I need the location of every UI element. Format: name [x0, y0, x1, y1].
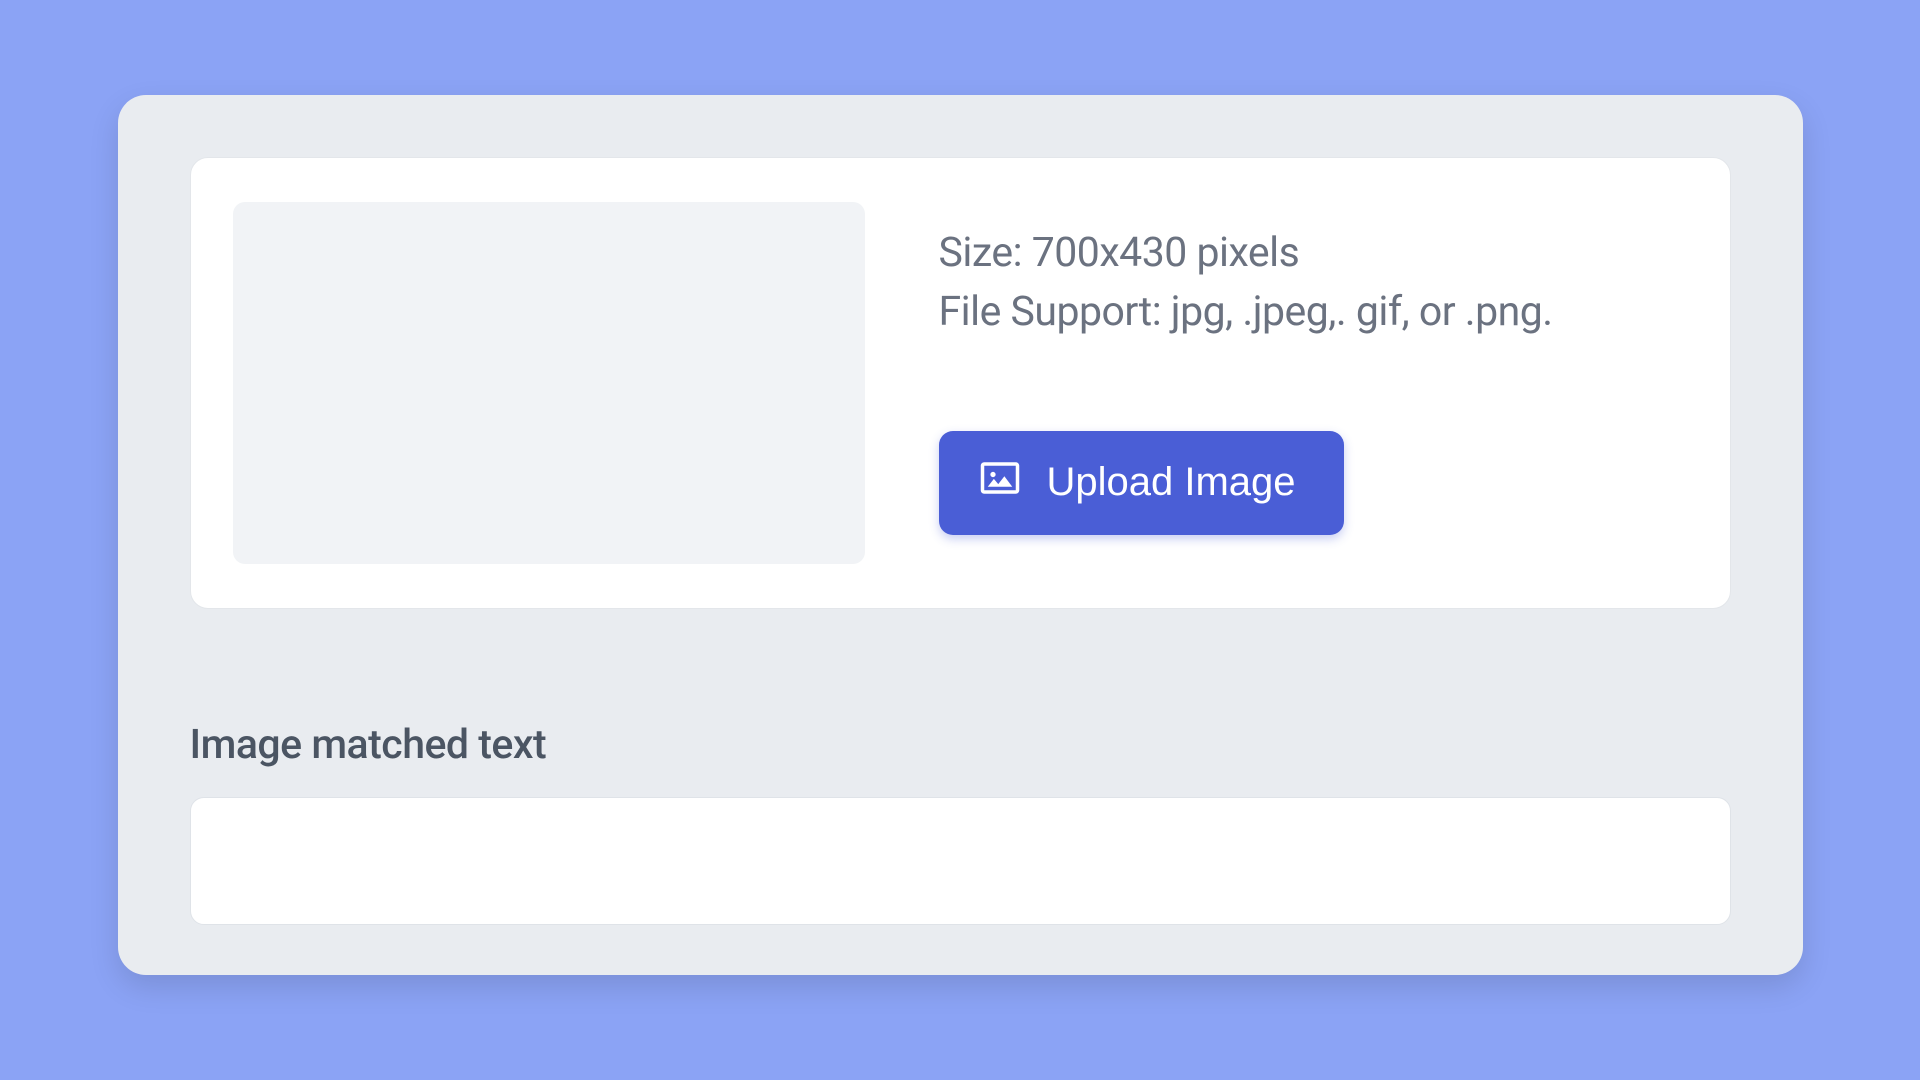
file-support-value: jpg, .jpeg,. gif, or .png.	[1171, 288, 1553, 336]
upload-info: Size: 700x430 pixels File Support: jpg, …	[939, 202, 1553, 535]
file-support-info: File Support: jpg, .jpeg,. gif, or .png.	[939, 283, 1553, 342]
file-support-label: File Support:	[939, 288, 1162, 336]
image-preview-placeholder	[233, 202, 865, 564]
matched-text-input[interactable]	[190, 797, 1731, 925]
size-value: 700x430 pixels	[1032, 229, 1300, 277]
upload-button-label: Upload Image	[1047, 460, 1296, 505]
size-label: Size:	[939, 229, 1023, 277]
size-info: Size: 700x430 pixels	[939, 224, 1553, 283]
image-icon	[979, 457, 1021, 509]
main-panel: Size: 700x430 pixels File Support: jpg, …	[118, 95, 1803, 975]
matched-text-label: Image matched text	[190, 721, 1731, 769]
upload-card: Size: 700x430 pixels File Support: jpg, …	[190, 157, 1731, 609]
upload-image-button[interactable]: Upload Image	[939, 431, 1344, 535]
